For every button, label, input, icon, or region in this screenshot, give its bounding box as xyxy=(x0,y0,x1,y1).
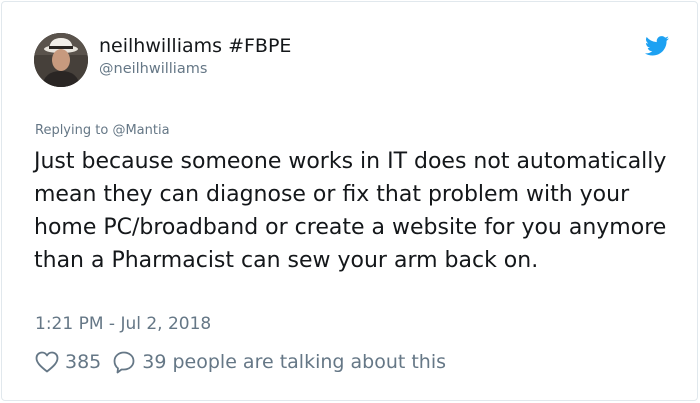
tweet-text: Just because someone works in IT does no… xyxy=(34,149,667,273)
timestamp[interactable]: 1:21 PM - Jul 2, 2018 xyxy=(35,314,211,334)
replying-to-label: Replying to xyxy=(35,123,113,138)
twitter-bird-icon[interactable] xyxy=(645,36,669,56)
engagement-bar: 385 39 people are talking about this xyxy=(35,348,446,376)
mention-link[interactable]: @Mantia xyxy=(112,123,169,138)
avatar[interactable] xyxy=(34,33,88,87)
speech-bubble-icon[interactable] xyxy=(112,350,136,374)
user-handle[interactable]: @neilhwilliams xyxy=(99,61,207,77)
display-name[interactable]: neilhwilliams #FBPE xyxy=(99,35,291,57)
tweet-card: neilhwilliams #FBPE @neilhwilliams Reply… xyxy=(1,1,698,401)
like-count[interactable]: 385 xyxy=(65,351,101,373)
conversation-link[interactable]: 39 people are talking about this xyxy=(142,351,446,373)
avatar-photo xyxy=(34,33,88,87)
heart-icon[interactable] xyxy=(35,351,59,373)
replying-to: Replying to @Mantia xyxy=(35,123,170,138)
